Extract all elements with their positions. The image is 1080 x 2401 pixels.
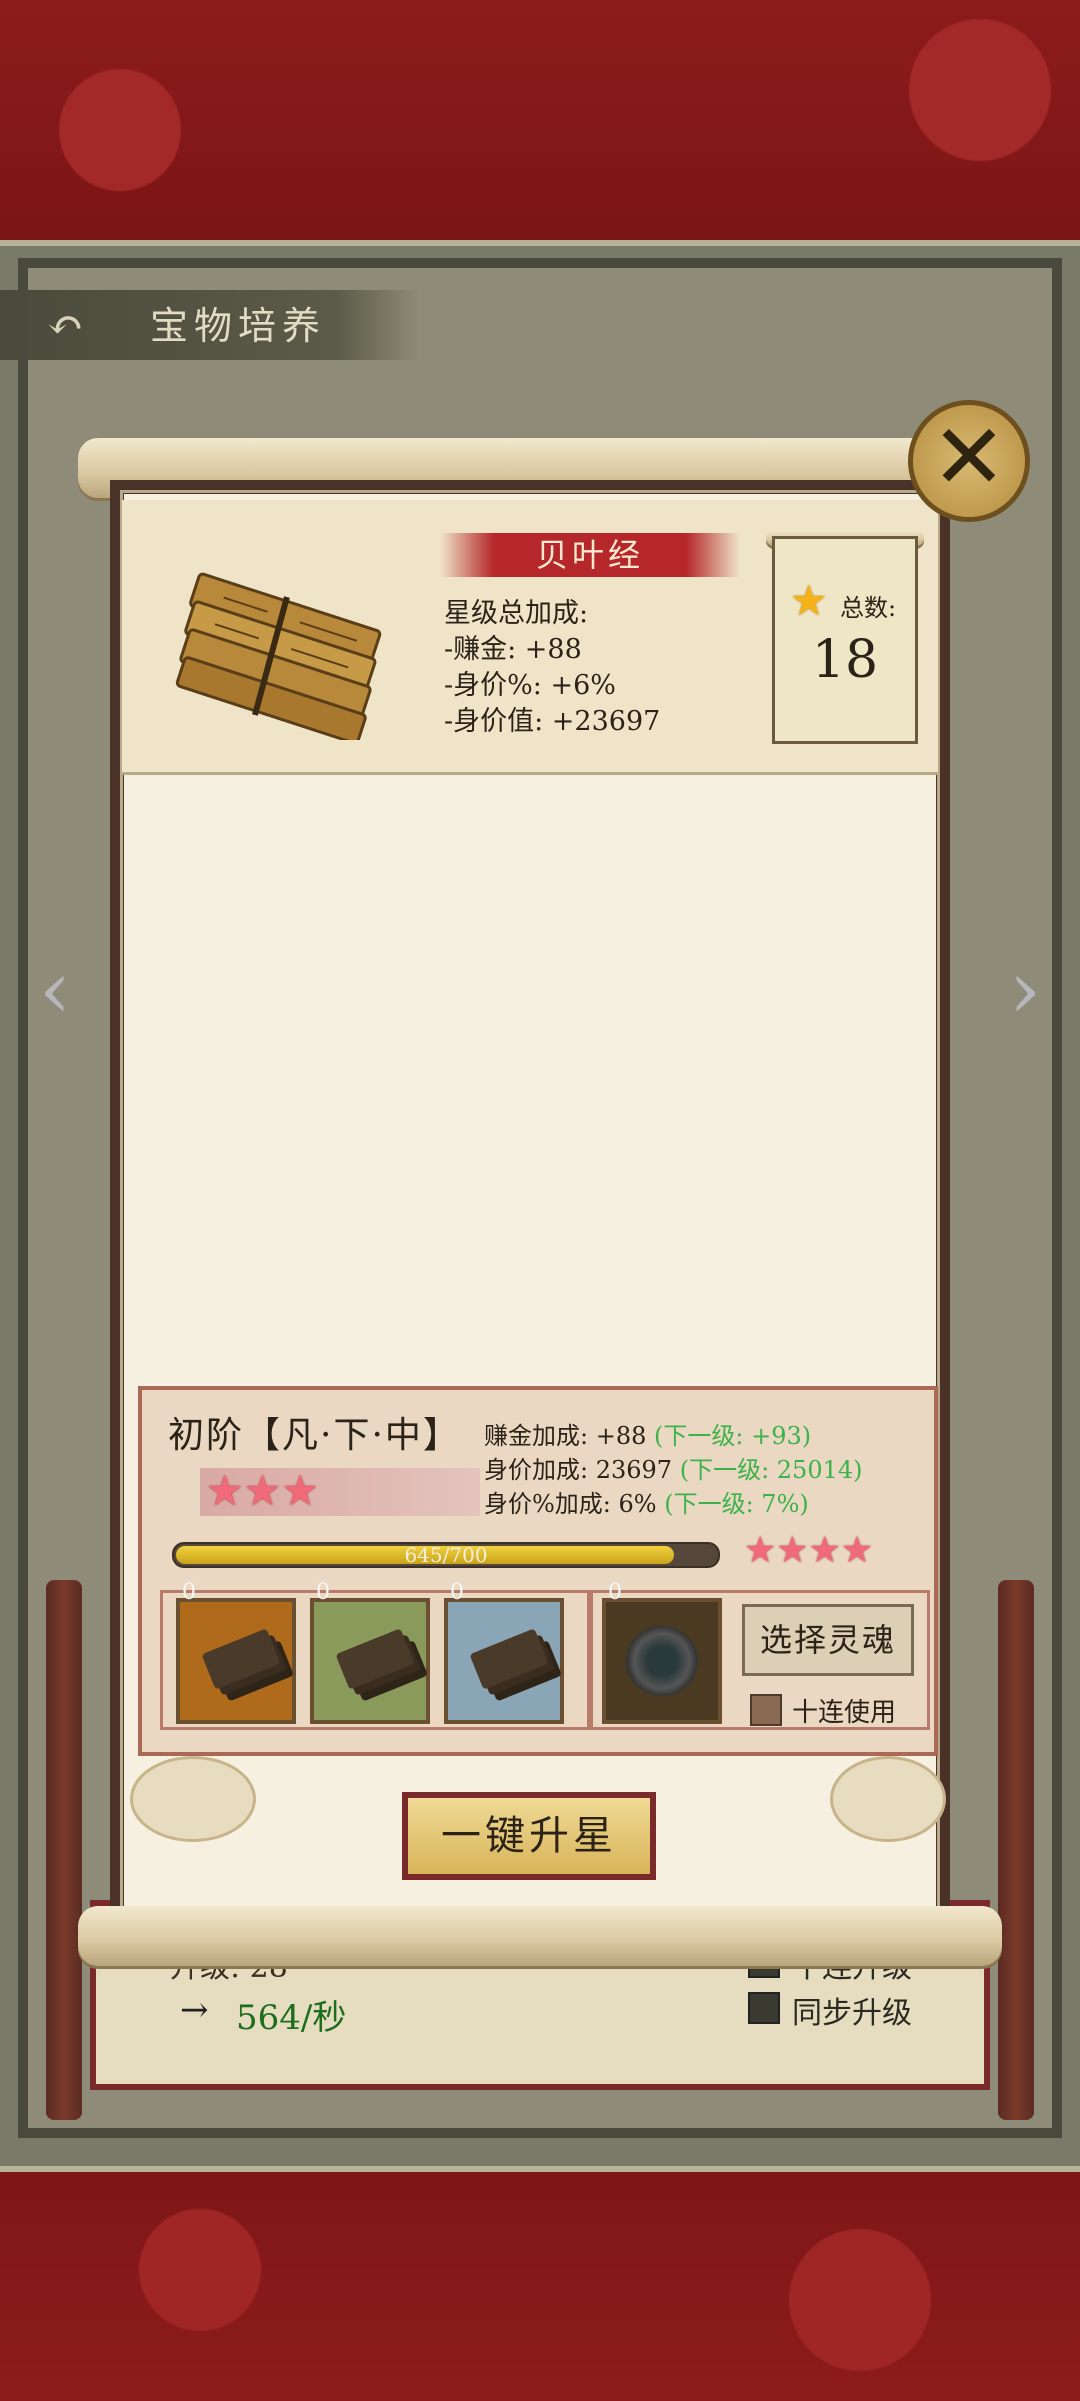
bonus-line-worth-value: -身价值: +23697 — [444, 706, 661, 737]
previous-arrow-icon[interactable]: ‹ — [20, 930, 90, 1050]
material-count-1: 0 — [182, 1580, 196, 1605]
stat-worth-percent: 身价%加成: 6% (下一级: 7%) — [484, 1484, 809, 1519]
star-icon: ★ — [808, 1530, 841, 1571]
soul-slot-count: 0 — [608, 1580, 622, 1605]
material-count-2: 0 — [316, 1580, 330, 1605]
stat-gold-label: 赚金加成: +88 — [484, 1422, 647, 1450]
current-stars: ★★★ — [206, 1466, 319, 1515]
stat-worth-label: 身价加成: 23697 — [484, 1456, 673, 1484]
bonus-title: 星级总加成: — [444, 598, 589, 629]
material-count-3: 0 — [450, 1580, 464, 1605]
stat-worth-percent-label: 身价%加成: 6% — [484, 1490, 657, 1518]
star-icon: ★ — [206, 1466, 244, 1515]
cauldron-icon — [626, 1626, 698, 1696]
item-name-banner: 贝叶经 — [440, 533, 740, 577]
star-icon: ★ — [776, 1530, 809, 1571]
stat-gold-next: (下一级: +93) — [654, 1422, 812, 1450]
right-scroll-post — [998, 1580, 1034, 2120]
speed-arrow: → — [180, 1990, 209, 2030]
left-scroll-post — [46, 1580, 82, 2120]
stat-worth: 身价加成: 23697 (下一级: 25014) — [484, 1450, 863, 1485]
sync-upgrade-checkbox[interactable] — [748, 1992, 780, 2024]
stat-worth-percent-next: (下一级: 7%) — [664, 1490, 809, 1518]
bonus-line-gold: -赚金: +88 — [444, 634, 582, 665]
close-icon[interactable]: ✕ — [908, 400, 1030, 522]
ten-use-label: 十连使用 — [792, 1698, 897, 1728]
stat-worth-next: (下一级: 25014) — [679, 1456, 863, 1484]
star-icon: ★ — [790, 576, 828, 625]
next-arrow-icon[interactable]: › — [990, 930, 1060, 1050]
star-icon: ★ — [744, 1530, 777, 1571]
one-key-star-up-button[interactable]: 一键升星 — [402, 1792, 656, 1880]
page-title: 宝物培养 — [150, 304, 327, 348]
cloud-ornament-left — [130, 1756, 256, 1842]
background-top — [0, 0, 1080, 250]
select-soul-button[interactable]: 选择灵魂 — [742, 1604, 914, 1676]
star-icon: ★ — [281, 1466, 319, 1515]
rank-text: 初阶【凡·下·中】 — [168, 1415, 461, 1456]
progress-text: 645/700 — [404, 1543, 488, 1567]
total-label: 总数: — [840, 594, 897, 622]
stat-gold: 赚金加成: +88 (下一级: +93) — [484, 1416, 811, 1451]
star-icon: ★ — [840, 1530, 874, 1571]
back-arrow-icon[interactable]: ↶ — [30, 300, 100, 352]
ten-use-checkbox[interactable] — [750, 1694, 782, 1726]
total-value: 18 — [811, 630, 879, 690]
background-bottom — [0, 2150, 1080, 2401]
sync-upgrade-label: 同步升级 — [792, 1996, 912, 2031]
cloud-ornament-right — [830, 1756, 946, 1842]
star-bonus-block: 星级总加成: -赚金: +88 -身价%: +6% -身价值: +23697 — [444, 596, 660, 740]
speed-value: 564/秒 — [236, 1998, 347, 2038]
bonus-line-worth-percent: -身价%: +6% — [444, 670, 616, 701]
star-icon: ★ — [243, 1466, 282, 1515]
palm-leaf-scripture-image — [175, 572, 382, 740]
next-stars: ★★★★ — [744, 1530, 873, 1571]
scroll-bottom-rod — [78, 1906, 1002, 1966]
